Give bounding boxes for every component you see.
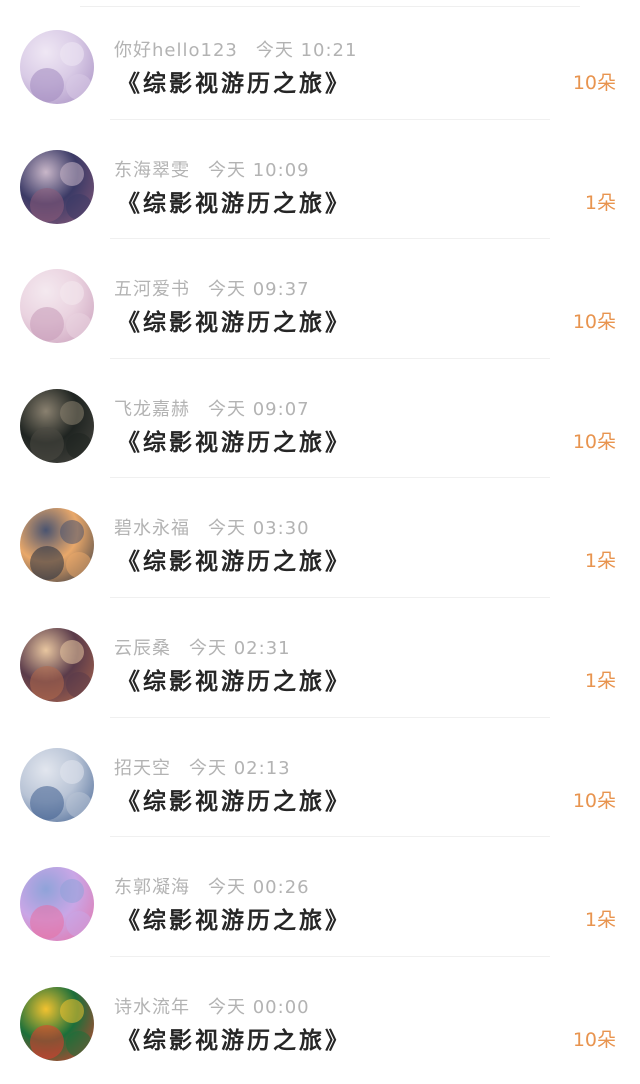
gift-row[interactable]: 五河爱书 今天 09:37 《综影视游历之旅》 10朵 xyxy=(0,239,640,359)
avatar-image-detail xyxy=(66,791,92,818)
avatar-image-detail xyxy=(66,193,92,220)
flower-count: 10朵 xyxy=(572,789,616,812)
avatar-image-detail xyxy=(60,640,84,664)
gift-time: 今天 03:30 xyxy=(208,518,310,540)
avatar[interactable] xyxy=(20,628,94,702)
flower-count: 1朵 xyxy=(584,191,616,214)
user-name[interactable]: 东海翠雯 xyxy=(114,160,190,181)
book-title[interactable]: 《综影视游历之旅》 xyxy=(117,423,351,457)
gift-time: 今天 09:07 xyxy=(208,398,310,420)
avatar[interactable] xyxy=(20,747,94,822)
avatar-image-detail xyxy=(30,68,64,102)
gift-time: 今天 10:21 xyxy=(255,40,358,61)
gift-meta: 东郭凝海 今天 00:26 xyxy=(114,873,310,899)
avatar[interactable] xyxy=(20,388,94,463)
gift-time: 今天 02:13 xyxy=(189,757,291,779)
avatar-image-detail xyxy=(66,672,92,698)
flower-count: 10朵 xyxy=(572,1028,616,1051)
book-title[interactable]: 《综影视游历之旅》 xyxy=(117,662,351,696)
gift-meta: 碧水永福 今天 03:30 xyxy=(114,514,310,540)
book-title[interactable]: 《综影视游历之旅》 xyxy=(117,184,351,218)
gift-meta: 诗水流年 今天 00:00 xyxy=(114,993,310,1019)
avatar-image-detail xyxy=(30,905,64,940)
gift-meta: 东海翠雯 今天 10:09 xyxy=(114,156,310,182)
gift-time: 今天 09:37 xyxy=(208,279,310,301)
user-name[interactable]: 碧水永福 xyxy=(114,518,190,539)
gift-meta: 招天空 今天 02:13 xyxy=(114,754,291,780)
book-title[interactable]: 《综影视游历之旅》 xyxy=(117,542,351,576)
gift-row[interactable]: 飞龙嘉赫 今天 09:07 《综影视游历之旅》 10朵 xyxy=(0,359,640,479)
avatar[interactable] xyxy=(20,867,94,942)
avatar-image-detail xyxy=(60,520,84,545)
gift-row[interactable]: 东海翠雯 今天 10:09 《综影视游历之旅》 1朵 xyxy=(0,120,640,240)
avatar-image-detail xyxy=(60,879,84,904)
gift-row[interactable]: 云辰桑 今天 02:31 《综影视游历之旅》 1朵 xyxy=(0,598,640,718)
user-name[interactable]: 云辰桑 xyxy=(114,638,171,659)
gift-meta: 飞龙嘉赫 今天 09:07 xyxy=(114,395,310,421)
flower-count: 1朵 xyxy=(584,909,616,932)
gift-time: 今天 00:26 xyxy=(208,877,310,899)
avatar-image-detail xyxy=(60,759,84,784)
avatar-image-detail xyxy=(66,1030,92,1057)
avatar-image-detail xyxy=(60,400,84,425)
flower-count: 1朵 xyxy=(584,670,616,692)
flower-count: 10朵 xyxy=(572,430,616,453)
flower-count: 10朵 xyxy=(572,72,616,94)
avatar-image-detail xyxy=(66,313,92,340)
avatar-image-detail xyxy=(60,161,84,186)
avatar-image-detail xyxy=(60,281,84,306)
avatar[interactable] xyxy=(20,149,94,224)
user-name[interactable]: 五河爱书 xyxy=(114,279,190,300)
gift-row[interactable]: 招天空 今天 02:13 《综影视游历之旅》 10朵 xyxy=(0,718,640,838)
gift-row[interactable]: 东郭凝海 今天 00:26 《综影视游历之旅》 1朵 xyxy=(0,837,640,957)
gift-row[interactable]: 诗水流年 今天 00:00 《综影视游历之旅》 10朵 xyxy=(0,957,640,1077)
avatar-image-detail xyxy=(30,426,64,461)
user-name[interactable]: 你好hello123 xyxy=(114,40,238,61)
avatar-image-detail xyxy=(66,74,92,100)
avatar-image-detail xyxy=(60,42,84,66)
avatar-image-detail xyxy=(30,666,64,700)
avatar[interactable] xyxy=(20,269,94,344)
gift-row[interactable]: 碧水永福 今天 03:30 《综影视游历之旅》 1朵 xyxy=(0,478,640,598)
gift-row[interactable]: 你好hello123 今天 10:21 《综影视游历之旅》 10朵 xyxy=(0,0,640,120)
book-title[interactable]: 《综影视游历之旅》 xyxy=(117,303,351,337)
book-title[interactable]: 《综影视游历之旅》 xyxy=(117,782,351,816)
gift-meta: 你好hello123 今天 10:21 xyxy=(114,36,357,62)
avatar-image-detail xyxy=(66,552,92,579)
gift-time: 今天 00:00 xyxy=(208,996,310,1018)
avatar-image-detail xyxy=(30,1024,64,1059)
user-name[interactable]: 招天空 xyxy=(114,758,171,779)
gift-meta: 云辰桑 今天 02:31 xyxy=(114,634,291,660)
avatar-image-detail xyxy=(30,546,64,581)
avatar[interactable] xyxy=(20,508,94,583)
book-title[interactable]: 《综影视游历之旅》 xyxy=(117,901,351,935)
avatar-image-detail xyxy=(60,998,84,1023)
avatar-image-detail xyxy=(30,785,64,820)
flower-count: 10朵 xyxy=(572,311,616,334)
gift-time: 今天 10:09 xyxy=(208,159,310,181)
book-title[interactable]: 《综影视游历之旅》 xyxy=(117,64,351,98)
flower-count: 1朵 xyxy=(584,550,616,573)
gift-time: 今天 02:31 xyxy=(189,638,291,659)
avatar[interactable] xyxy=(20,986,94,1061)
user-name[interactable]: 飞龙嘉赫 xyxy=(114,399,190,420)
avatar-image-detail xyxy=(66,432,92,459)
user-name[interactable]: 诗水流年 xyxy=(114,997,190,1018)
avatar-image-detail xyxy=(30,187,64,222)
avatar[interactable] xyxy=(20,30,94,104)
avatar-image-detail xyxy=(30,307,64,342)
avatar-image-detail xyxy=(66,911,92,938)
book-title[interactable]: 《综影视游历之旅》 xyxy=(117,1021,351,1055)
user-name[interactable]: 东郭凝海 xyxy=(114,877,190,898)
gift-meta: 五河爱书 今天 09:37 xyxy=(114,275,310,301)
